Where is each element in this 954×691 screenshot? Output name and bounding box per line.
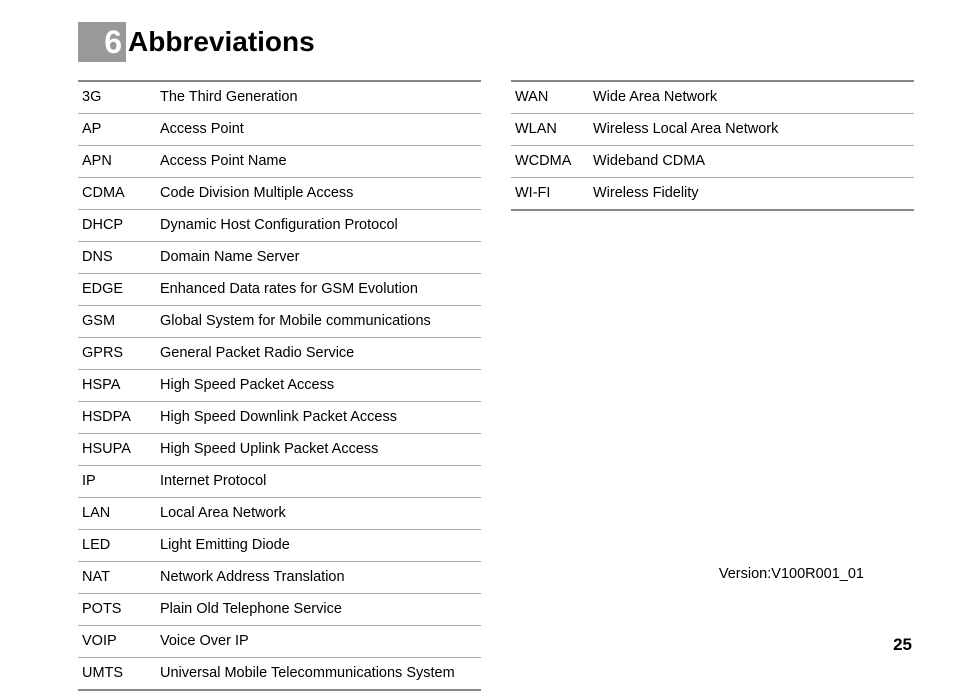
table-row: HSDPAHigh Speed Downlink Packet Access: [78, 402, 481, 434]
definition-cell: High Speed Packet Access: [158, 370, 481, 402]
abbr-cell: LED: [78, 530, 158, 562]
table-row: 3GThe Third Generation: [78, 81, 481, 114]
table-row: GPRSGeneral Packet Radio Service: [78, 338, 481, 370]
chapter-number-box: 6: [78, 22, 126, 62]
abbreviations-table-right: WANWide Area NetworkWLANWireless Local A…: [511, 80, 914, 211]
abbr-cell: EDGE: [78, 274, 158, 306]
definition-cell: High Speed Uplink Packet Access: [158, 434, 481, 466]
abbr-cell: WI-FI: [511, 178, 591, 211]
definition-cell: Code Division Multiple Access: [158, 178, 481, 210]
table-row: UMTSUniversal Mobile Telecommunications …: [78, 658, 481, 691]
abbr-cell: AP: [78, 114, 158, 146]
definition-cell: High Speed Downlink Packet Access: [158, 402, 481, 434]
table-row: LEDLight Emitting Diode: [78, 530, 481, 562]
page-number: 25: [893, 635, 912, 655]
table-row: HSUPAHigh Speed Uplink Packet Access: [78, 434, 481, 466]
definition-cell: Local Area Network: [158, 498, 481, 530]
definition-cell: Enhanced Data rates for GSM Evolution: [158, 274, 481, 306]
left-column: 3GThe Third GenerationAPAccess PointAPNA…: [78, 80, 481, 691]
abbr-cell: HSPA: [78, 370, 158, 402]
definition-cell: Wireless Fidelity: [591, 178, 914, 211]
abbr-cell: DHCP: [78, 210, 158, 242]
page-title: Abbreviations: [128, 26, 315, 58]
abbr-cell: HSDPA: [78, 402, 158, 434]
abbr-cell: APN: [78, 146, 158, 178]
definition-cell: Access Point: [158, 114, 481, 146]
definition-cell: Dynamic Host Configuration Protocol: [158, 210, 481, 242]
table-row: GSMGlobal System for Mobile communicatio…: [78, 306, 481, 338]
table-row: DHCPDynamic Host Configuration Protocol: [78, 210, 481, 242]
content-columns: 3GThe Third GenerationAPAccess PointAPNA…: [78, 80, 914, 691]
definition-cell: Plain Old Telephone Service: [158, 594, 481, 626]
definition-cell: Network Address Translation: [158, 562, 481, 594]
definition-cell: Voice Over IP: [158, 626, 481, 658]
abbr-cell: LAN: [78, 498, 158, 530]
abbr-cell: VOIP: [78, 626, 158, 658]
table-row: EDGEEnhanced Data rates for GSM Evolutio…: [78, 274, 481, 306]
table-row: WI-FIWireless Fidelity: [511, 178, 914, 211]
definition-cell: Wideband CDMA: [591, 146, 914, 178]
right-column: WANWide Area NetworkWLANWireless Local A…: [511, 80, 914, 691]
table-row: LANLocal Area Network: [78, 498, 481, 530]
page-header: 6 Abbreviations: [78, 22, 914, 62]
abbr-cell: CDMA: [78, 178, 158, 210]
definition-cell: General Packet Radio Service: [158, 338, 481, 370]
abbr-cell: GSM: [78, 306, 158, 338]
table-row: WCDMAWideband CDMA: [511, 146, 914, 178]
definition-cell: Wireless Local Area Network: [591, 114, 914, 146]
table-row: VOIPVoice Over IP: [78, 626, 481, 658]
table-row: NATNetwork Address Translation: [78, 562, 481, 594]
abbr-cell: WCDMA: [511, 146, 591, 178]
definition-cell: Wide Area Network: [591, 81, 914, 114]
abbr-cell: DNS: [78, 242, 158, 274]
table-row: WANWide Area Network: [511, 81, 914, 114]
abbr-cell: POTS: [78, 594, 158, 626]
abbr-cell: NAT: [78, 562, 158, 594]
table-row: HSPAHigh Speed Packet Access: [78, 370, 481, 402]
table-row: CDMACode Division Multiple Access: [78, 178, 481, 210]
definition-cell: Universal Mobile Telecommunications Syst…: [158, 658, 481, 691]
abbreviations-table-left: 3GThe Third GenerationAPAccess PointAPNA…: [78, 80, 481, 691]
version-label: Version:V100R001_01: [719, 566, 864, 582]
definition-cell: Domain Name Server: [158, 242, 481, 274]
abbr-cell: WLAN: [511, 114, 591, 146]
abbr-cell: UMTS: [78, 658, 158, 691]
abbr-cell: WAN: [511, 81, 591, 114]
abbr-cell: GPRS: [78, 338, 158, 370]
table-row: POTSPlain Old Telephone Service: [78, 594, 481, 626]
definition-cell: Global System for Mobile communications: [158, 306, 481, 338]
abbr-cell: HSUPA: [78, 434, 158, 466]
table-row: IPInternet Protocol: [78, 466, 481, 498]
table-row: DNSDomain Name Server: [78, 242, 481, 274]
definition-cell: Light Emitting Diode: [158, 530, 481, 562]
abbr-cell: IP: [78, 466, 158, 498]
table-row: APNAccess Point Name: [78, 146, 481, 178]
table-row: APAccess Point: [78, 114, 481, 146]
definition-cell: Internet Protocol: [158, 466, 481, 498]
definition-cell: The Third Generation: [158, 81, 481, 114]
table-row: WLANWireless Local Area Network: [511, 114, 914, 146]
abbr-cell: 3G: [78, 81, 158, 114]
definition-cell: Access Point Name: [158, 146, 481, 178]
